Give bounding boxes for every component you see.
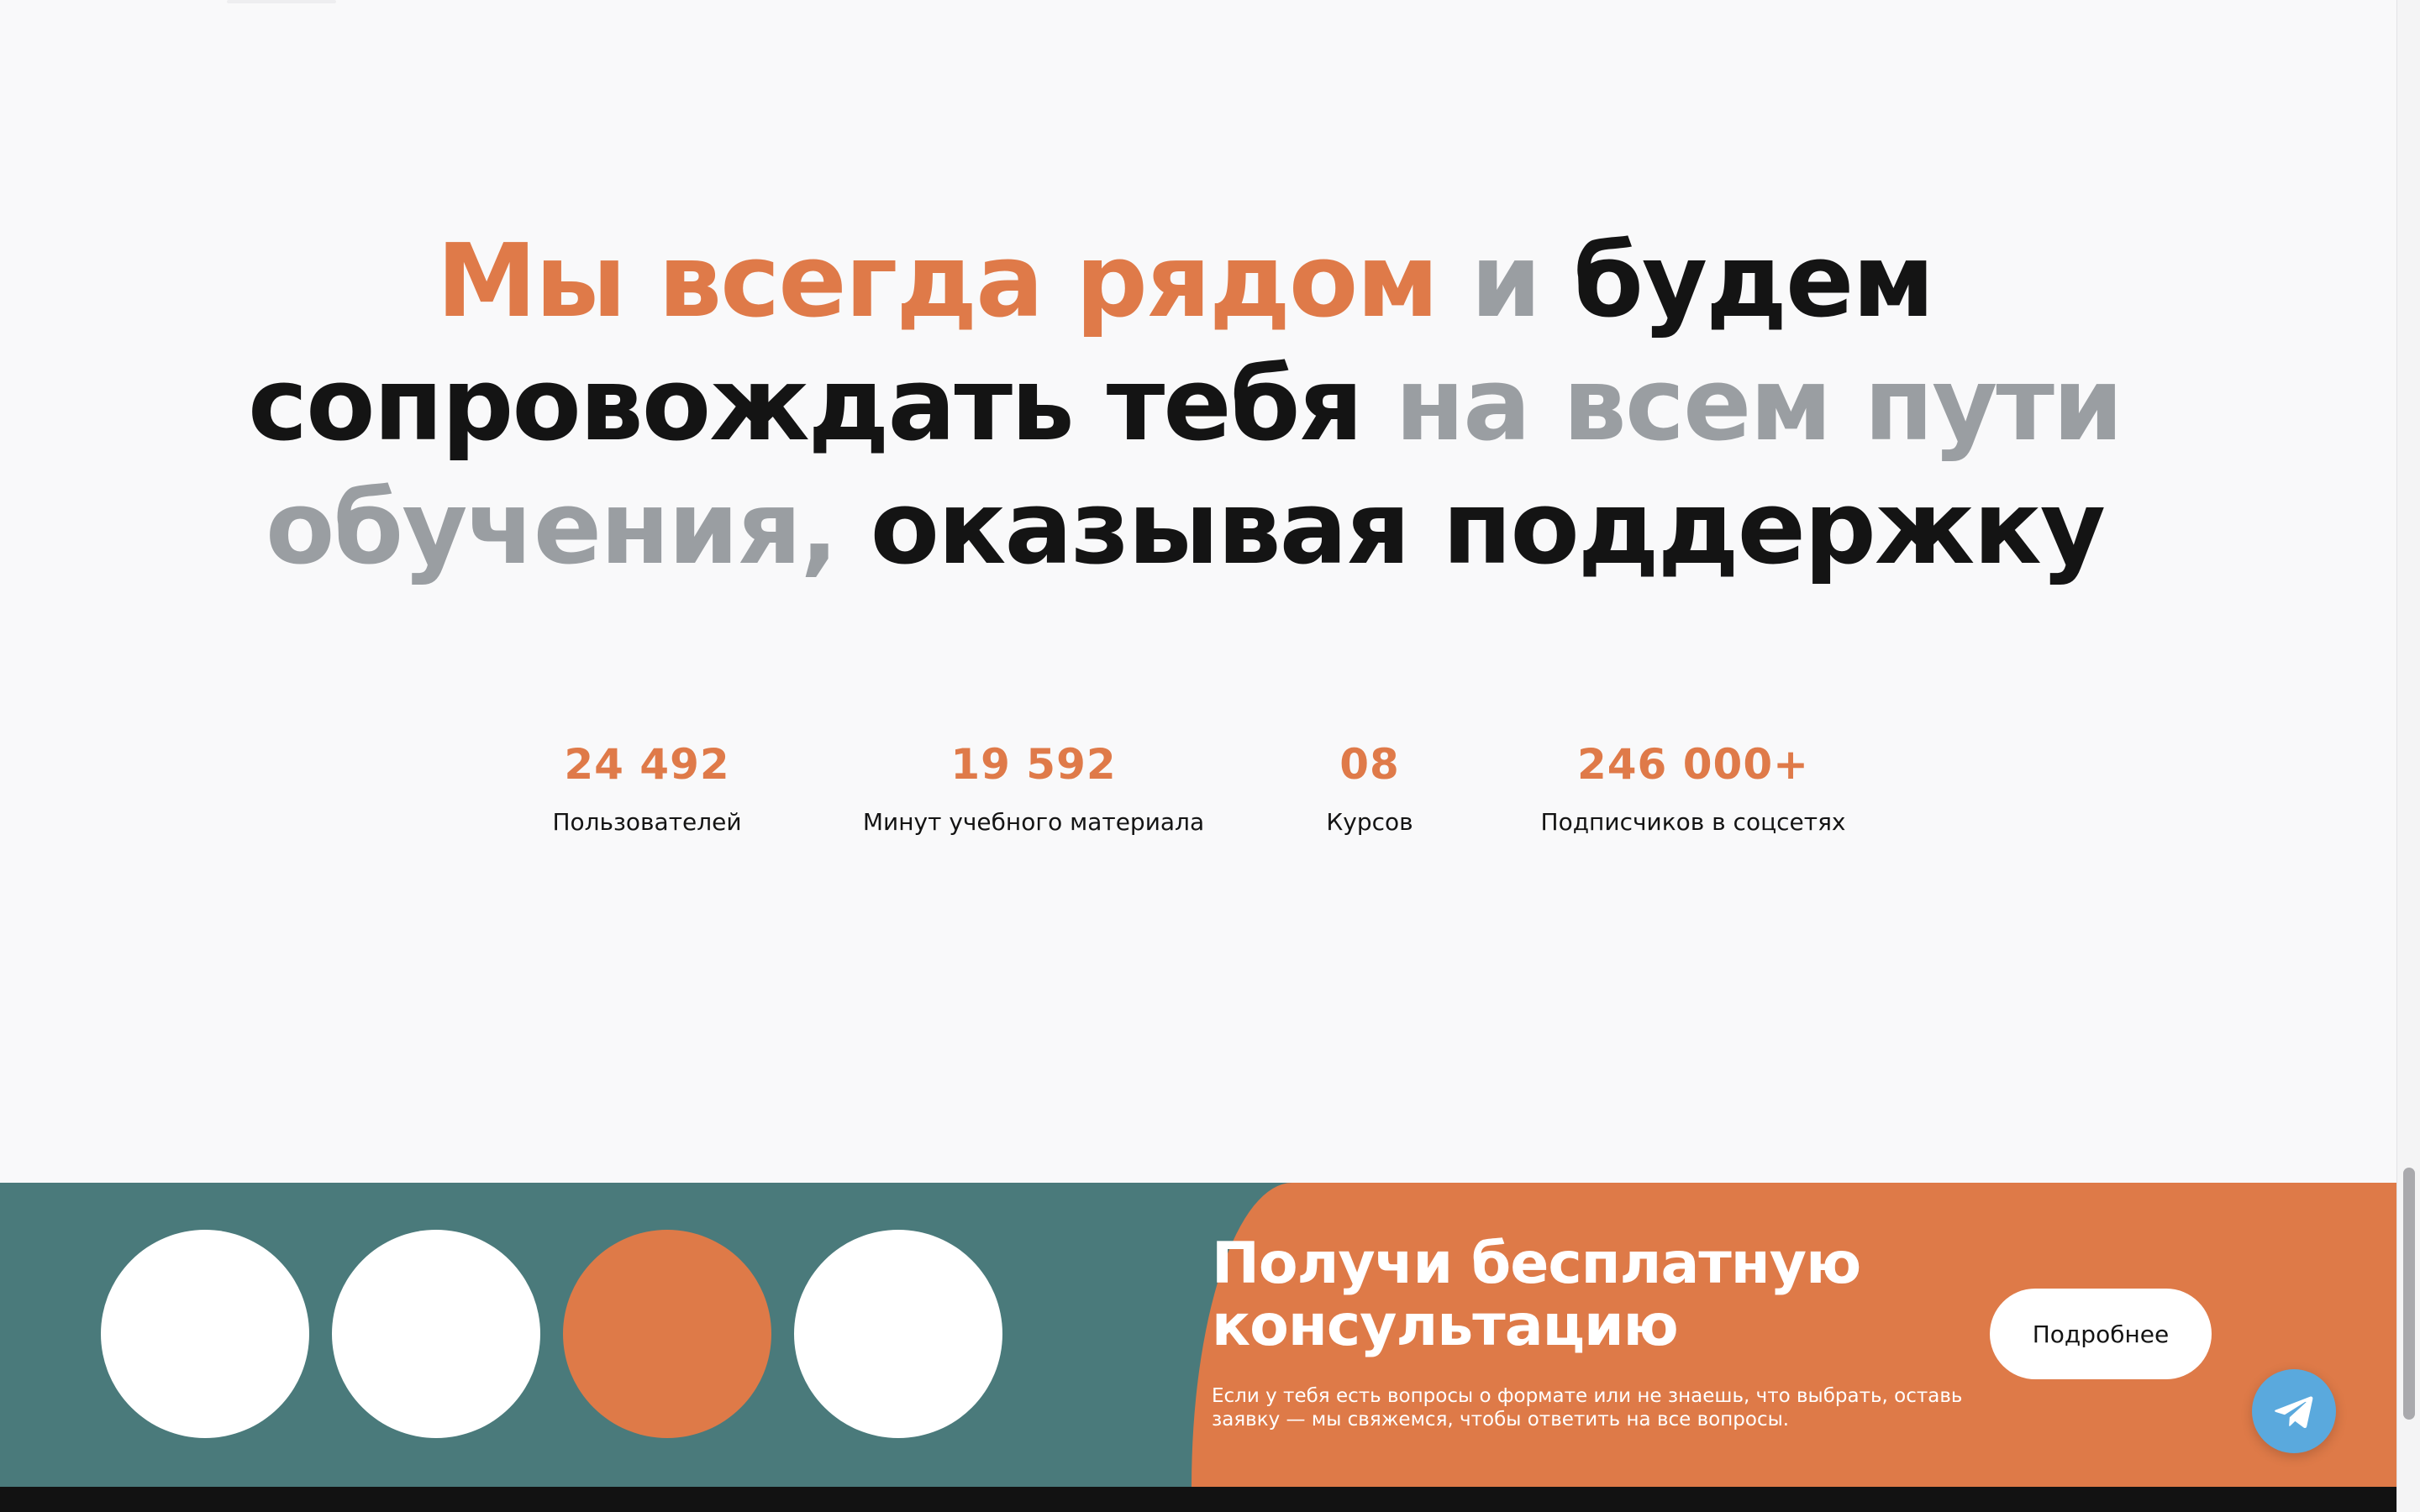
stat-courses: 08 Курсов [1286,739,1454,837]
decorative-circle [563,1230,771,1438]
headline-muted-text: обучения, [265,470,871,587]
footer-edge [0,1487,2396,1512]
consultation-title: Получи бесплатную консультацию [1212,1231,1861,1359]
stat-subscribers: 246 000+ Подписчиков в соцсетях [1512,739,1874,837]
stat-minutes: 19 592 Минут учебного материала [840,739,1227,837]
stat-value: 24 492 [564,740,730,789]
consultation-banner: Получи бесплатную консультацию Если у те… [0,1183,2396,1487]
telegram-button[interactable] [2252,1369,2336,1453]
headline-line-2: сопровождать тебя на всем пути [202,344,2168,467]
decorative-circle [332,1230,540,1438]
headline-line-1: Мы всегда рядом и будем [202,220,2168,344]
page-scrollbar[interactable] [2396,0,2420,1512]
decorative-circle [794,1230,1002,1438]
scrollbar-thumb[interactable] [2403,1168,2415,1420]
stat-value: 19 592 [950,740,1117,789]
stat-label: Курсов [1326,808,1413,836]
stat-label: Пользователей [552,808,742,836]
stat-label: Подписчиков в соцсетях [1540,808,1846,836]
consultation-description: Если у тебя есть вопросы о формате или н… [1212,1385,1963,1431]
top-divider [227,0,336,3]
consultation-title-line: Получи бесплатную [1212,1231,1861,1297]
support-headline: Мы всегда рядом и будем сопровождать теб… [202,220,2168,591]
headline-line-3: обучения, оказывая поддержку [202,467,2168,591]
telegram-icon [2275,1396,2313,1429]
stat-value: 246 000+ [1576,740,1810,789]
stat-users: 24 492 Пользователей [521,739,773,837]
headline-muted-text: и [1437,223,1574,340]
page: Мы всегда рядом и будем сопровождать теб… [0,0,2420,1512]
consultation-title-line: консультацию [1212,1293,1679,1359]
headline-dark-text: оказывая поддержку [870,470,2106,587]
details-button[interactable]: Подробнее [1990,1289,2212,1379]
decorative-circle [101,1230,309,1438]
stat-label: Минут учебного материала [862,808,1205,836]
stat-value: 08 [1339,740,1400,789]
headline-dark-text: будем [1573,223,1934,340]
headline-dark-text: сопровождать тебя [247,347,1396,464]
headline-accent-text: Мы всегда рядом [436,223,1439,340]
headline-muted-text: на всем пути [1395,347,2123,464]
